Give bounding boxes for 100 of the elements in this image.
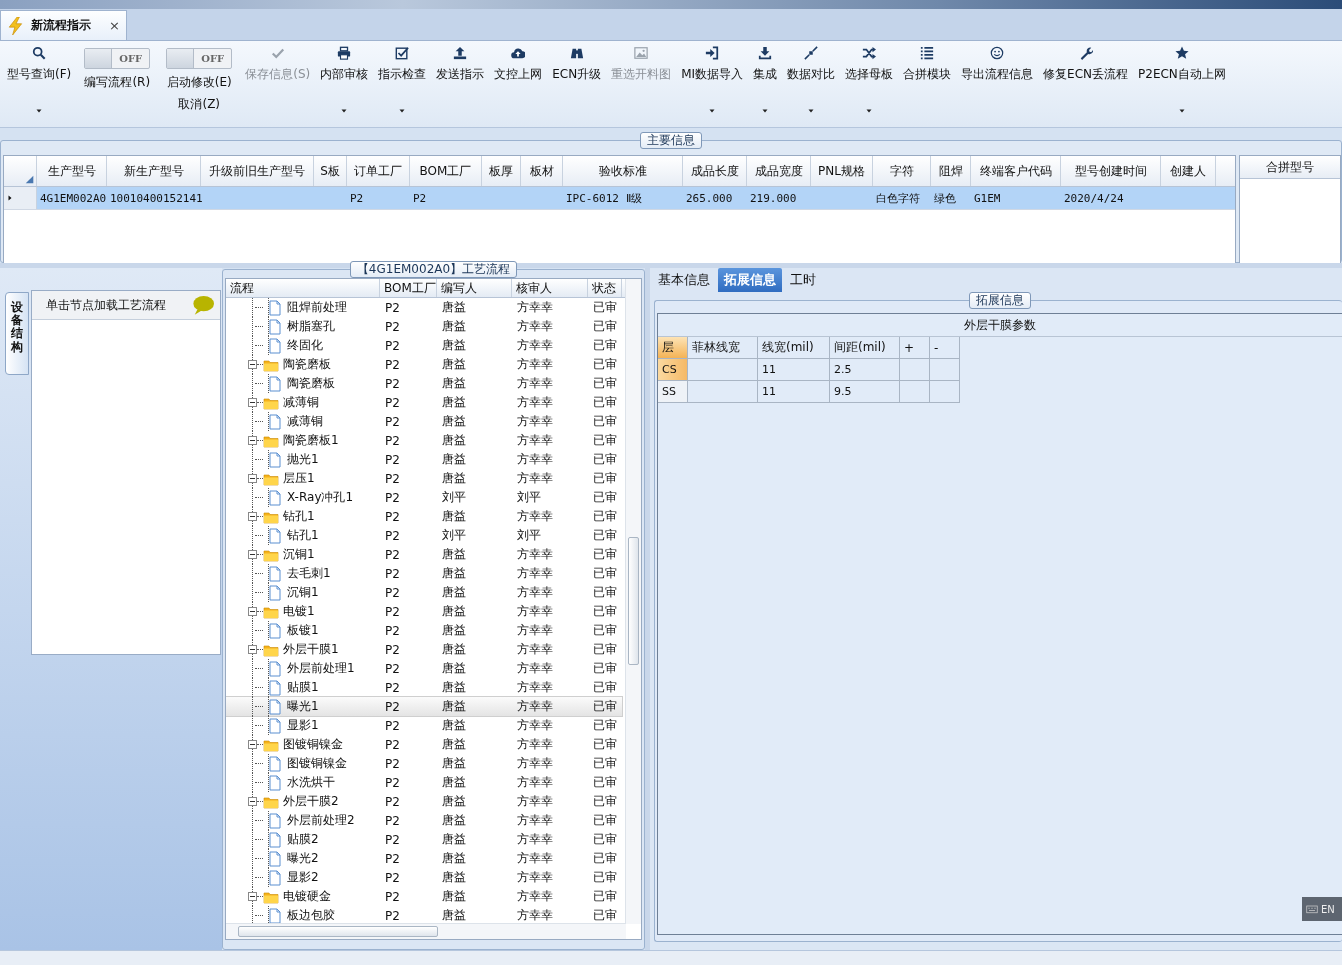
tree-row[interactable]: 沉铜1 P2 唐益 方幸幸 已审 — [226, 545, 622, 564]
node-label[interactable]: 外层前处理1 — [287, 660, 355, 677]
node-label[interactable]: 电镀1 — [283, 603, 315, 620]
tree-row[interactable]: 曝光1 P2 唐益 方幸幸 已审 — [226, 697, 622, 716]
tree-row[interactable]: 电镀1 P2 唐益 方幸幸 已审 — [226, 602, 622, 621]
column-header[interactable]: 板材 — [521, 156, 563, 186]
toggle-switch[interactable]: OFF — [166, 48, 233, 69]
column-header[interactable]: 板厚 — [482, 156, 521, 186]
tree-row[interactable]: 阻焊前处理 P2 唐益 方幸幸 已审 — [226, 298, 622, 317]
tree-row[interactable]: 显影2 P2 唐益 方幸幸 已审 — [226, 868, 622, 887]
toolbar-button[interactable]: 集成 — [748, 41, 783, 125]
column-header[interactable]: BOM工厂 — [410, 156, 482, 186]
node-label[interactable]: 曝光2 — [287, 850, 319, 867]
tab[interactable]: 拓展信息 — [718, 268, 782, 292]
node-label[interactable]: 板镀1 — [287, 622, 319, 639]
node-label[interactable]: 钻孔1 — [287, 527, 319, 544]
toolbar-button[interactable]: 修复ECN丢流程 — [1038, 41, 1134, 125]
node-label[interactable]: 减薄铜 — [287, 413, 323, 430]
close-button[interactable]: × — [109, 18, 120, 33]
row-header[interactable]: CS — [658, 359, 688, 381]
toolbar-button[interactable]: P2ECN自动上网 — [1133, 41, 1231, 125]
tree-row[interactable]: 图镀铜镍金 P2 唐益 方幸幸 已审 — [226, 754, 622, 773]
tab[interactable]: 工时 — [784, 268, 822, 292]
column-header[interactable]: 菲林线宽 — [688, 337, 758, 359]
toolbar-button[interactable]: 内部审核 — [315, 41, 374, 125]
column-header[interactable]: S板 — [314, 156, 347, 186]
tree-row[interactable]: 显影1 P2 唐益 方幸幸 已审 — [226, 716, 622, 735]
column-header[interactable]: 验收标准 — [563, 156, 683, 186]
tree-row[interactable]: 外层干膜2 P2 唐益 方幸幸 已审 — [226, 792, 622, 811]
toolbar-button[interactable]: 指示检查 — [373, 41, 432, 125]
column-header[interactable]: 线宽(mil) — [758, 337, 830, 359]
column-header[interactable]: 新生产型号 — [107, 156, 201, 186]
node-label[interactable]: 板边包胶 — [287, 907, 335, 924]
collapse-toggle[interactable] — [248, 892, 257, 901]
column-header[interactable]: - — [930, 337, 960, 359]
node-label[interactable]: 水洗烘干 — [287, 774, 335, 791]
tree-row[interactable]: 电镀硬金 P2 唐益 方幸幸 已审 — [226, 887, 622, 906]
column-header[interactable]: BOM工厂 — [380, 279, 437, 297]
vertical-scrollbar[interactable] — [625, 279, 641, 924]
tree-row[interactable]: 去毛刺1 P2 唐益 方幸幸 已审 — [226, 564, 622, 583]
collapse-toggle[interactable] — [248, 360, 257, 369]
column-header[interactable]: 字符 — [873, 156, 931, 186]
collapse-toggle[interactable] — [248, 797, 257, 806]
column-header[interactable]: 升级前旧生产型号 — [201, 156, 314, 186]
tree-row[interactable]: 陶瓷磨板 P2 唐益 方幸幸 已审 — [226, 355, 622, 374]
collapse-toggle[interactable] — [248, 550, 257, 559]
tree-row[interactable]: 板镀1 P2 唐益 方幸幸 已审 — [226, 621, 622, 640]
column-header[interactable]: 状态 — [588, 279, 622, 297]
column-header[interactable]: 成品长度 — [683, 156, 747, 186]
node-label[interactable]: 陶瓷磨板1 — [283, 432, 339, 449]
tree-row[interactable]: 陶瓷磨板1 P2 唐益 方幸幸 已审 — [226, 431, 622, 450]
column-header[interactable]: 订单工厂 — [347, 156, 410, 186]
toolbar-button[interactable]: MI数据导入 — [676, 41, 749, 125]
toolbar-button[interactable]: 发送指示 — [431, 41, 490, 125]
node-label[interactable]: 外层干膜2 — [283, 793, 339, 810]
tree-row[interactable]: 层压1 P2 唐益 方幸幸 已审 — [226, 469, 622, 488]
node-label[interactable]: 钻孔1 — [283, 508, 315, 525]
collapse-toggle[interactable] — [248, 607, 257, 616]
tree-row[interactable]: 外层前处理2 P2 唐益 方幸幸 已审 — [226, 811, 622, 830]
tree-row[interactable]: 减薄铜 P2 唐益 方幸幸 已审 — [226, 393, 622, 412]
collapse-toggle[interactable] — [248, 645, 257, 654]
node-label[interactable]: 阻焊前处理 — [287, 299, 347, 316]
column-header[interactable]: 生产型号 — [37, 156, 107, 186]
node-label[interactable]: 层压1 — [283, 470, 315, 487]
node-label[interactable]: 抛光1 — [287, 451, 319, 468]
column-header[interactable]: 合拼型号 — [1240, 156, 1340, 179]
node-label[interactable]: 贴膜1 — [287, 679, 319, 696]
node-label[interactable]: 去毛刺1 — [287, 565, 331, 582]
tree-row[interactable]: 外层前处理1 P2 唐益 方幸幸 已审 — [226, 659, 622, 678]
tree-row[interactable]: 终固化 P2 唐益 方幸幸 已审 — [226, 336, 622, 355]
toolbar-button[interactable]: 选择母板 — [840, 41, 899, 125]
node-label[interactable]: 电镀硬金 — [283, 888, 331, 905]
side-tab[interactable]: 设备结构 — [5, 292, 29, 375]
node-label[interactable]: 陶瓷磨板 — [287, 375, 335, 392]
node-label[interactable]: 减薄铜 — [283, 394, 319, 411]
tree-row[interactable]: 图镀铜镍金 P2 唐益 方幸幸 已审 — [226, 735, 622, 754]
collapse-toggle[interactable] — [248, 436, 257, 445]
language-button[interactable]: EN — [1302, 897, 1342, 921]
column-header[interactable]: 成品宽度 — [747, 156, 811, 186]
document-tab[interactable]: 新流程指示 × — [0, 10, 127, 40]
table-row[interactable]: 4G1EM002A0 10010400152141 P2 P2 IPC-6012 Ⅱ级 265.000 219.000 白色字符 绿色 G1EM 2020/4/24 — [4, 187, 1236, 210]
tree-row[interactable]: 外层干膜1 P2 唐益 方幸幸 已审 — [226, 640, 622, 659]
toolbar-button[interactable]: 合拼模块 — [898, 41, 957, 125]
column-header[interactable]: 核审人 — [512, 279, 588, 297]
toolbar-button[interactable]: 型号查询(F) — [2, 41, 77, 125]
column-header[interactable]: 创建人 — [1161, 156, 1216, 186]
node-label[interactable]: 图镀铜镍金 — [287, 755, 347, 772]
collapse-toggle[interactable] — [248, 512, 257, 521]
tree-row[interactable]: 树脂塞孔 P2 唐益 方幸幸 已审 — [226, 317, 622, 336]
node-label[interactable]: 终固化 — [287, 337, 323, 354]
node-label[interactable]: 沉铜1 — [283, 546, 315, 563]
collapse-toggle[interactable] — [248, 398, 257, 407]
toolbar-button[interactable]: ECN升级 — [547, 41, 607, 125]
node-label[interactable]: 陶瓷磨板 — [283, 356, 331, 373]
tree-row[interactable]: 抛光1 P2 唐益 方幸幸 已审 — [226, 450, 622, 469]
tree-row[interactable]: 钻孔1 P2 唐益 方幸幸 已审 — [226, 507, 622, 526]
toggle-switch[interactable]: OFF — [84, 48, 151, 69]
row-header[interactable]: SS — [658, 381, 688, 403]
horizontal-scrollbar[interactable] — [226, 923, 626, 939]
tree-row[interactable]: 水洗烘干 P2 唐益 方幸幸 已审 — [226, 773, 622, 792]
